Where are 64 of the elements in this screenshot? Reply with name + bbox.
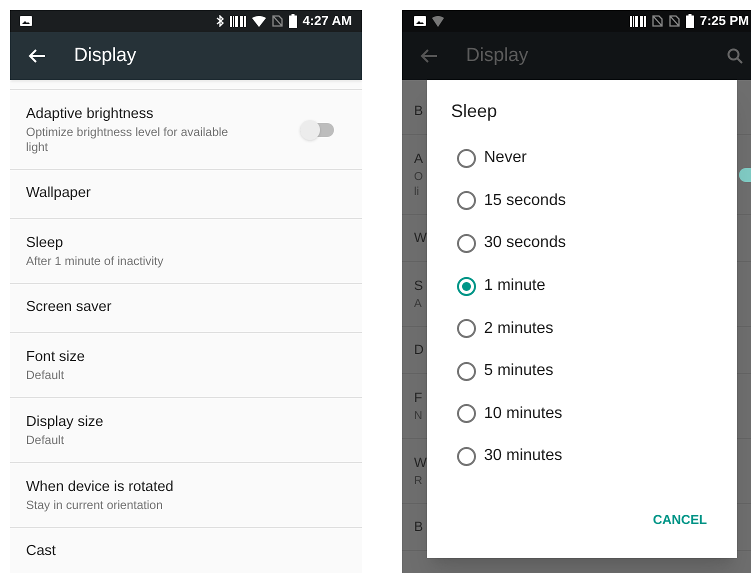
- setting-title: When device is rotated: [26, 478, 174, 497]
- radio-button[interactable]: [457, 362, 476, 381]
- setting-summary: Stay in current orientation: [26, 498, 164, 514]
- image-icon: [20, 16, 32, 26]
- cancel-button[interactable]: CANCEL: [646, 506, 713, 534]
- setting-title: F: [414, 389, 422, 408]
- setting-title: Adaptive brightness: [26, 104, 154, 124]
- setting-title: Display size: [26, 412, 104, 432]
- app-bar-title: Display: [466, 44, 530, 68]
- app-bar-title: Display: [74, 44, 136, 68]
- battery-icon: [288, 14, 297, 28]
- setting-summary: Default: [26, 368, 66, 384]
- radio-button[interactable]: [457, 191, 476, 210]
- radio-button[interactable]: [457, 276, 476, 296]
- setting-title: S: [414, 277, 424, 296]
- status-time: 4:27 AM: [302, 12, 352, 30]
- battery-icon: [686, 14, 694, 28]
- radio-button[interactable]: [457, 319, 476, 338]
- radio-option[interactable]: 1 minute: [451, 264, 713, 308]
- search-icon[interactable]: [727, 48, 743, 64]
- setting-title: Font size: [26, 348, 86, 367]
- settings-item[interactable]: Cast: [10, 528, 362, 573]
- toggle-switch[interactable]: [300, 120, 334, 140]
- radio-button[interactable]: [457, 404, 476, 424]
- setting-summary: After 1 minute of inactivity: [26, 254, 164, 270]
- radio-option[interactable]: 2 minutes: [451, 307, 713, 350]
- settings-item[interactable]: Font size Default: [10, 333, 362, 398]
- settings-item[interactable]: Wallpaper: [10, 170, 362, 219]
- radio-button[interactable]: [457, 446, 476, 466]
- setting-title: A: [414, 150, 424, 168]
- signal-bars-icon: [230, 16, 246, 26]
- status-time: 7:25 PM: [700, 12, 749, 30]
- no-sim-icon: [652, 15, 663, 27]
- settings-item[interactable]: Sleep After 1 minute of inactivity: [10, 219, 362, 284]
- setting-title: Sleep: [26, 234, 64, 253]
- setting-title: D: [414, 340, 424, 359]
- setting-title: B: [414, 102, 424, 120]
- setting-title: W: [414, 228, 427, 247]
- radio-option[interactable]: 5 minutes: [451, 350, 713, 393]
- bluetooth-icon: [216, 15, 224, 27]
- image-icon: [414, 16, 426, 26]
- settings-item[interactable]: Display size Default: [10, 398, 362, 463]
- setting-summary: Default: [26, 433, 66, 448]
- setting-title: B: [414, 518, 424, 536]
- signal-bars-icon: [630, 16, 646, 26]
- radio-button[interactable]: [457, 148, 476, 168]
- setting-summary: Optimize brightness level for available light: [26, 125, 230, 156]
- radio-option[interactable]: 10 minutes: [451, 392, 713, 436]
- settings-item[interactable]: Screen saver: [10, 284, 362, 333]
- radio-option[interactable]: 30 minutes: [451, 435, 713, 478]
- radio-option[interactable]: 30 seconds: [451, 222, 713, 265]
- setting-title: Wallpaper: [26, 184, 92, 204]
- settings-item[interactable]: When device is rotated Stay in current orientation: [10, 463, 362, 528]
- settings-item[interactable]: Adaptive brightness Optimize brightness level for available light: [10, 90, 362, 170]
- setting-title: W: [414, 454, 427, 472]
- radio-button[interactable]: [457, 234, 476, 253]
- wifi-icon: [252, 16, 266, 26]
- radio-option[interactable]: 15 seconds: [451, 180, 713, 222]
- radio-option[interactable]: Never: [451, 137, 713, 180]
- setting-title: Cast: [26, 542, 57, 562]
- dialog-title: Sleep: [451, 100, 498, 123]
- no-sim-icon: [272, 15, 283, 27]
- setting-title: Screen saver: [26, 298, 112, 318]
- no-sim-icon: [668, 15, 680, 27]
